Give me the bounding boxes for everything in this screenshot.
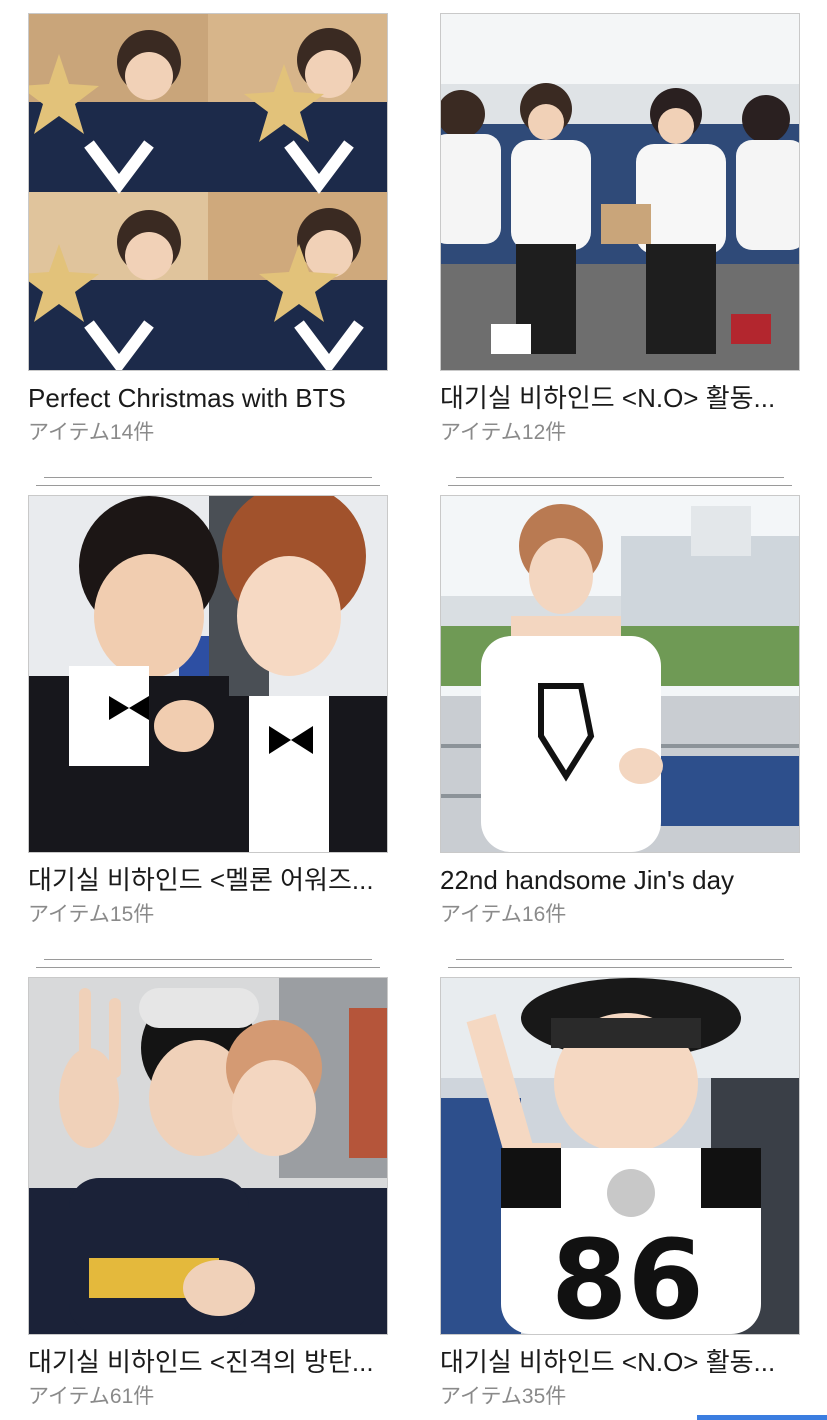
album-thumbnail[interactable] <box>28 977 388 1335</box>
album-card[interactable]: 86 대기실 비하인드 <N.O> 활동... アイテム35件 <box>440 959 800 1411</box>
album-title: 대기실 비하인드 <진격의 방탄... <box>28 1347 374 1377</box>
tuxedo-photo-icon <box>29 496 387 852</box>
album-card[interactable]: 대기실 비하인드 <N.O> 활동... アイテム12件 <box>440 13 800 447</box>
album-thumbnail[interactable] <box>440 495 800 853</box>
album-item-count: アイテム15件 <box>28 903 155 926</box>
album-thumbnail[interactable]: 86 <box>440 977 800 1335</box>
album-title: 대기실 비하인드 <멜론 어워즈... <box>28 865 374 895</box>
album-card[interactable]: 22nd handsome Jin's day アイテム16件 <box>440 477 800 929</box>
album-stack-lines <box>448 959 792 971</box>
album-item-count: アイテム61件 <box>28 1385 155 1408</box>
album-grid: Perfect Christmas with BTS アイテム14件 대기실 비… <box>0 0 827 1420</box>
album-title: Perfect Christmas with BTS <box>28 383 346 413</box>
album-stack-lines <box>36 959 380 971</box>
album-title: 22nd handsome Jin's day <box>440 865 735 895</box>
album-stack-lines <box>448 477 792 489</box>
album-thumbnail[interactable] <box>440 13 800 371</box>
album-thumbnail[interactable] <box>28 13 388 371</box>
album-card[interactable]: Perfect Christmas with BTS アイテム14件 <box>28 13 388 447</box>
svg-text:86: 86 <box>551 1216 704 1334</box>
album-item-count: アイテム35件 <box>440 1385 567 1408</box>
album-title: 대기실 비하인드 <N.O> 활동... <box>440 383 776 413</box>
album-thumbnail[interactable] <box>28 495 388 853</box>
christmas-photo-icon <box>29 14 387 370</box>
selfie-photo-icon <box>29 978 387 1334</box>
rooftop-photo-icon <box>441 496 799 852</box>
album-item-count: アイテム16件 <box>440 903 567 926</box>
bandana-photo-icon: 86 <box>441 978 799 1334</box>
album-card[interactable]: 대기실 비하인드 <멜론 어워즈... アイテム15件 <box>28 477 388 929</box>
scroll-indicator <box>697 1415 827 1420</box>
album-card[interactable]: 대기실 비하인드 <진격의 방탄... アイテム61件 <box>28 959 388 1411</box>
group-photo-icon <box>441 14 799 370</box>
album-item-count: アイテム12件 <box>440 421 567 444</box>
album-stack-lines <box>36 477 380 489</box>
album-title: 대기실 비하인드 <N.O> 활동... <box>440 1347 776 1377</box>
album-item-count: アイテム14件 <box>28 421 155 444</box>
